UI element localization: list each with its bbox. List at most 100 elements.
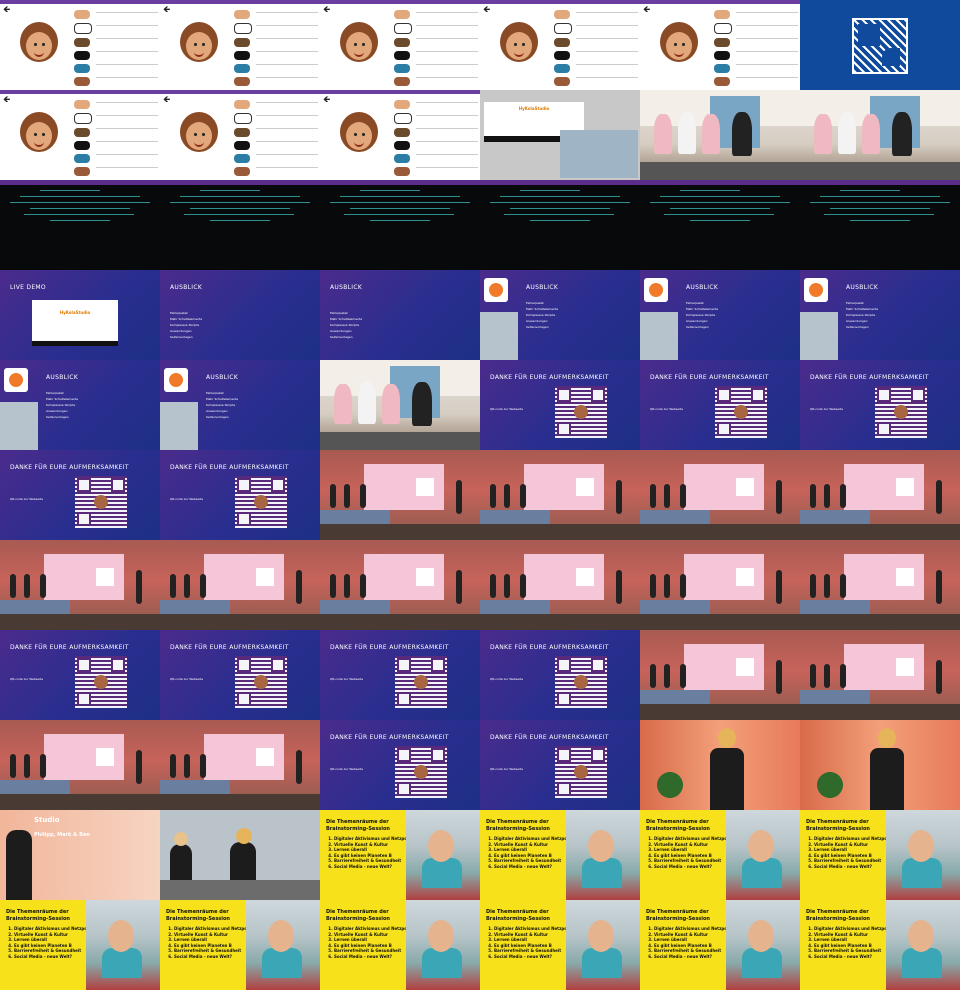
brow-option-icon[interactable] (554, 38, 570, 47)
brow-option-icon[interactable] (74, 128, 90, 137)
terminal-line (24, 214, 134, 215)
skin-option-icon[interactable] (74, 100, 90, 109)
option-lines (416, 102, 478, 180)
shirt (582, 858, 622, 888)
hair-color-option-icon[interactable] (234, 167, 250, 176)
danke-slide: DANKE FÜR EURE AUFMERKSAMKEIT QR-code zu… (320, 720, 480, 810)
bullet: QR-code zur Webseite (10, 497, 44, 501)
back-arrow-icon[interactable]: 🡸 (163, 6, 170, 15)
back-arrow-icon[interactable]: 🡸 (3, 6, 10, 15)
color-option-icon[interactable] (74, 154, 90, 163)
person (330, 574, 336, 598)
hair-option-icon[interactable] (234, 51, 250, 60)
brow-option-icon[interactable] (234, 128, 250, 137)
option-icons (74, 10, 94, 90)
hair-option-icon[interactable] (394, 51, 410, 60)
hair-option-icon[interactable] (554, 51, 570, 60)
hair-color-option-icon[interactable] (714, 77, 730, 86)
hair-option-icon[interactable] (714, 51, 730, 60)
eye-option-icon[interactable] (394, 113, 412, 124)
brow-option-icon[interactable] (394, 38, 410, 47)
brow-option-icon[interactable] (74, 38, 90, 47)
person (136, 750, 142, 784)
skin-option-icon[interactable] (74, 10, 90, 19)
hair-color-option-icon[interactable] (74, 167, 90, 176)
skin-option-icon[interactable] (394, 10, 410, 19)
qr-code-icon[interactable] (555, 746, 607, 798)
color-option-icon[interactable] (234, 154, 250, 163)
qr-code-icon[interactable] (75, 656, 127, 708)
hair-option-icon[interactable] (74, 141, 90, 150)
bullet: QR-code zur Webseite (330, 677, 364, 681)
hair-color-option-icon[interactable] (394, 77, 410, 86)
color-option-icon[interactable] (394, 154, 410, 163)
fox-logo-icon (164, 368, 188, 392)
projected-qr (256, 748, 274, 766)
qr-code-icon[interactable] (875, 386, 927, 438)
skin-option-icon[interactable] (714, 10, 730, 19)
hair-color-option-icon[interactable] (554, 77, 570, 86)
qr-code-icon[interactable] (715, 386, 767, 438)
person (892, 112, 912, 156)
color-option-icon[interactable] (234, 64, 250, 73)
eye-option-icon[interactable] (74, 113, 92, 124)
terminal-bar (640, 180, 800, 185)
terminal-line (210, 220, 270, 221)
eye-option-icon[interactable] (234, 113, 252, 124)
floor (320, 524, 480, 540)
eye-option-icon[interactable] (234, 23, 252, 34)
color-option-icon[interactable] (554, 64, 570, 73)
person (200, 754, 206, 778)
avatar-face (340, 22, 378, 62)
skin-option-icon[interactable] (234, 10, 250, 19)
topic-item: Social Media - neue Welt? (814, 864, 896, 870)
back-arrow-icon[interactable]: 🡸 (483, 6, 490, 15)
back-arrow-icon[interactable]: 🡸 (323, 96, 330, 105)
avatar-eye (522, 43, 525, 46)
avatar-eye (202, 43, 205, 46)
back-arrow-icon[interactable]: 🡸 (3, 96, 10, 105)
qr-code-icon[interactable] (75, 476, 127, 528)
person (840, 574, 846, 598)
eye-option-icon[interactable] (554, 23, 572, 34)
top-bar (160, 90, 320, 94)
hair-option-icon[interactable] (394, 141, 410, 150)
qr-code-icon[interactable] (395, 746, 447, 798)
qr-code-icon[interactable] (235, 656, 287, 708)
hair-option-icon[interactable] (234, 141, 250, 150)
eye-option-icon[interactable] (74, 23, 92, 34)
fox-logo-icon (484, 278, 508, 302)
hair-color-option-icon[interactable] (394, 167, 410, 176)
skin-option-icon[interactable] (554, 10, 570, 19)
slide-title: DANKE FÜR EURE AUFMERKSAMKEIT (810, 374, 929, 381)
brow-option-icon[interactable] (234, 38, 250, 47)
top-bar (160, 0, 320, 4)
eye-option-icon[interactable] (714, 23, 732, 34)
hair-color-option-icon[interactable] (234, 77, 250, 86)
qr-code-icon[interactable] (235, 476, 287, 528)
person (412, 382, 432, 426)
skin-option-icon[interactable] (234, 100, 250, 109)
brow-option-icon[interactable] (394, 128, 410, 137)
floor (0, 614, 160, 630)
brow-option-icon[interactable] (714, 38, 730, 47)
hair-option-icon[interactable] (74, 51, 90, 60)
color-option-icon[interactable] (714, 64, 730, 73)
back-arrow-icon[interactable]: 🡸 (163, 96, 170, 105)
qr-code-icon[interactable] (555, 656, 607, 708)
bullet-list: QR-code zur Webseite (10, 676, 43, 682)
hair-color-option-icon[interactable] (74, 77, 90, 86)
qr-code-icon[interactable] (555, 386, 607, 438)
back-arrow-icon[interactable]: 🡸 (643, 6, 650, 15)
projection-screen (684, 464, 764, 510)
color-option-icon[interactable] (394, 64, 410, 73)
slide-title: AUSBLICK (846, 284, 879, 291)
eye-option-icon[interactable] (394, 23, 412, 34)
back-arrow-icon[interactable]: 🡸 (323, 6, 330, 15)
projection-screen (44, 734, 124, 780)
avatar-editor-frame: 🡸 (320, 0, 480, 90)
qr-code-icon[interactable] (395, 656, 447, 708)
option-icons (394, 100, 414, 180)
skin-option-icon[interactable] (394, 100, 410, 109)
color-option-icon[interactable] (74, 64, 90, 73)
